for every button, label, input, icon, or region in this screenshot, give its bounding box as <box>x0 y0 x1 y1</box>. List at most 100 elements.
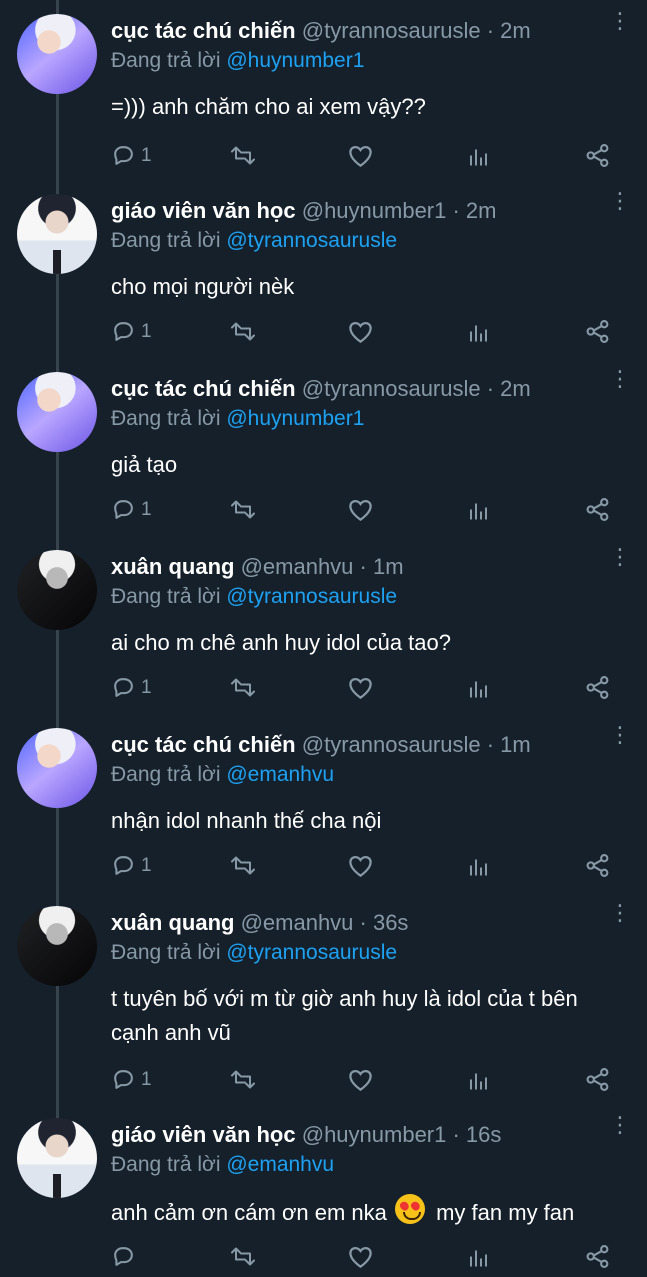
heart-eyes-emoji-icon <box>394 1194 425 1224</box>
analytics-icon <box>470 149 487 165</box>
tweet-text: t tuyên bố với m từ giờ anh huy là idol … <box>111 986 578 1045</box>
more-options-icon[interactable]: ⋮ <box>609 902 631 924</box>
like-button[interactable] <box>347 138 374 172</box>
share-button[interactable] <box>585 848 611 882</box>
share-icon <box>586 675 609 699</box>
retweet-button[interactable] <box>229 848 257 882</box>
more-options-icon[interactable]: ⋮ <box>609 190 631 212</box>
more-options-icon[interactable]: ⋮ <box>609 1114 631 1136</box>
replying-label: Đang trả lời <box>111 49 227 72</box>
analytics-icon <box>470 859 487 875</box>
mention-link[interactable]: @huynumber1 <box>226 49 364 72</box>
avatar[interactable] <box>17 14 97 94</box>
like-button[interactable] <box>347 1062 374 1096</box>
reply-icon <box>114 1246 133 1266</box>
more-options-icon[interactable]: ⋮ <box>609 368 631 390</box>
analytics-button[interactable] <box>466 670 490 704</box>
avatar[interactable] <box>17 1118 97 1198</box>
display-name[interactable]: cục tác chú chiến <box>111 732 296 757</box>
avatar[interactable] <box>17 194 97 274</box>
like-icon <box>349 677 372 699</box>
more-options-icon[interactable]: ⋮ <box>609 724 631 746</box>
more-options-icon[interactable]: ⋮ <box>609 10 631 32</box>
reply-button[interactable]: 1 <box>111 848 152 882</box>
like-button[interactable] <box>347 848 374 882</box>
reply-button[interactable]: 1 <box>111 138 152 172</box>
retweet-icon <box>231 1247 255 1265</box>
display-name[interactable]: giáo viên văn học <box>111 198 296 223</box>
like-button[interactable] <box>347 314 374 348</box>
reply-icon <box>114 321 133 341</box>
retweet-icon <box>231 1070 255 1088</box>
avatar[interactable] <box>17 906 97 986</box>
retweet-button[interactable] <box>229 1239 257 1273</box>
avatar[interactable] <box>17 372 97 452</box>
display-name[interactable]: cục tác chú chiến <box>111 376 296 401</box>
display-name[interactable]: giáo viên văn học <box>111 1122 296 1147</box>
avatar[interactable] <box>17 550 97 630</box>
tweet-text: cho mọi người nèk <box>111 274 295 299</box>
retweet-button[interactable] <box>229 138 257 172</box>
retweet-icon <box>231 856 255 874</box>
retweet-icon <box>231 146 255 164</box>
handle-and-time: @huynumber1 · 2m <box>301 198 497 223</box>
display-name[interactable]: xuân quang <box>111 554 234 579</box>
tweet-actions: 1 <box>111 492 621 526</box>
handle-and-time: @tyrannosaurusle · 2m <box>301 376 531 401</box>
tweet-text: anh cảm ơn cám ơn em nka my fan my fan <box>111 1194 621 1230</box>
analytics-button[interactable] <box>466 1062 490 1096</box>
share-button[interactable] <box>585 138 611 172</box>
share-button[interactable] <box>585 492 611 526</box>
reply-button[interactable]: 1 <box>111 1062 152 1096</box>
reply-button[interactable]: 1 <box>111 670 152 704</box>
retweet-icon <box>231 678 255 696</box>
display-name[interactable]: cục tác chú chiến <box>111 18 296 43</box>
mention-link[interactable]: @tyrannosaurusle <box>226 941 397 964</box>
analytics-button[interactable] <box>466 1239 490 1273</box>
retweet-button[interactable] <box>229 492 257 526</box>
analytics-icon <box>470 1250 487 1266</box>
reply-button[interactable]: 1 <box>111 492 152 526</box>
like-button[interactable] <box>347 492 374 526</box>
handle-and-time: @tyrannosaurusle · 1m <box>301 732 531 757</box>
reply-icon <box>114 499 133 519</box>
tweet-header: cục tác chú chiến @tyrannosaurusle · 2m <box>111 372 597 406</box>
mention-link[interactable]: @emanhvu <box>226 763 334 786</box>
like-button[interactable] <box>347 1239 374 1273</box>
tweet-actions <box>111 1239 621 1273</box>
tweet-text: giả tạo <box>111 452 178 477</box>
retweet-button[interactable] <box>229 1062 257 1096</box>
analytics-button[interactable] <box>466 848 490 882</box>
tweet-header: cục tác chú chiến @tyrannosaurusle · 2m <box>111 14 597 48</box>
avatar[interactable] <box>17 728 97 808</box>
display-name[interactable]: xuân quang <box>111 910 234 935</box>
reply-icon <box>114 145 133 165</box>
mention-link[interactable]: @tyrannosaurusle <box>226 585 397 608</box>
reply-button[interactable]: 1 <box>111 314 152 348</box>
handle-and-time: @emanhvu · 1m <box>240 554 404 579</box>
like-button[interactable] <box>347 670 374 704</box>
replying-label: Đang trả lời <box>111 407 227 430</box>
retweet-button[interactable] <box>229 670 257 704</box>
share-button[interactable] <box>585 314 611 348</box>
mention-link[interactable]: @emanhvu <box>226 1153 334 1176</box>
mention-link[interactable]: @huynumber1 <box>226 407 364 430</box>
analytics-button[interactable] <box>466 138 490 172</box>
tweet-header: xuân quang @emanhvu · 36s <box>111 906 597 940</box>
share-button[interactable] <box>585 1239 611 1273</box>
like-icon <box>349 321 372 343</box>
analytics-button[interactable] <box>466 492 490 526</box>
more-options-icon[interactable]: ⋮ <box>609 546 631 568</box>
reply-count: 1 <box>141 320 152 342</box>
share-button[interactable] <box>585 1062 611 1096</box>
retweet-button[interactable] <box>229 314 257 348</box>
replying-to: Đang trả lời @huynumber1 <box>111 46 364 76</box>
reply-icon <box>114 677 133 697</box>
reply-button[interactable] <box>111 1239 141 1273</box>
share-button[interactable] <box>585 670 611 704</box>
replying-label: Đang trả lời <box>111 763 227 786</box>
like-icon <box>349 499 372 521</box>
analytics-button[interactable] <box>466 314 490 348</box>
share-icon <box>586 143 609 167</box>
mention-link[interactable]: @tyrannosaurusle <box>226 229 397 252</box>
